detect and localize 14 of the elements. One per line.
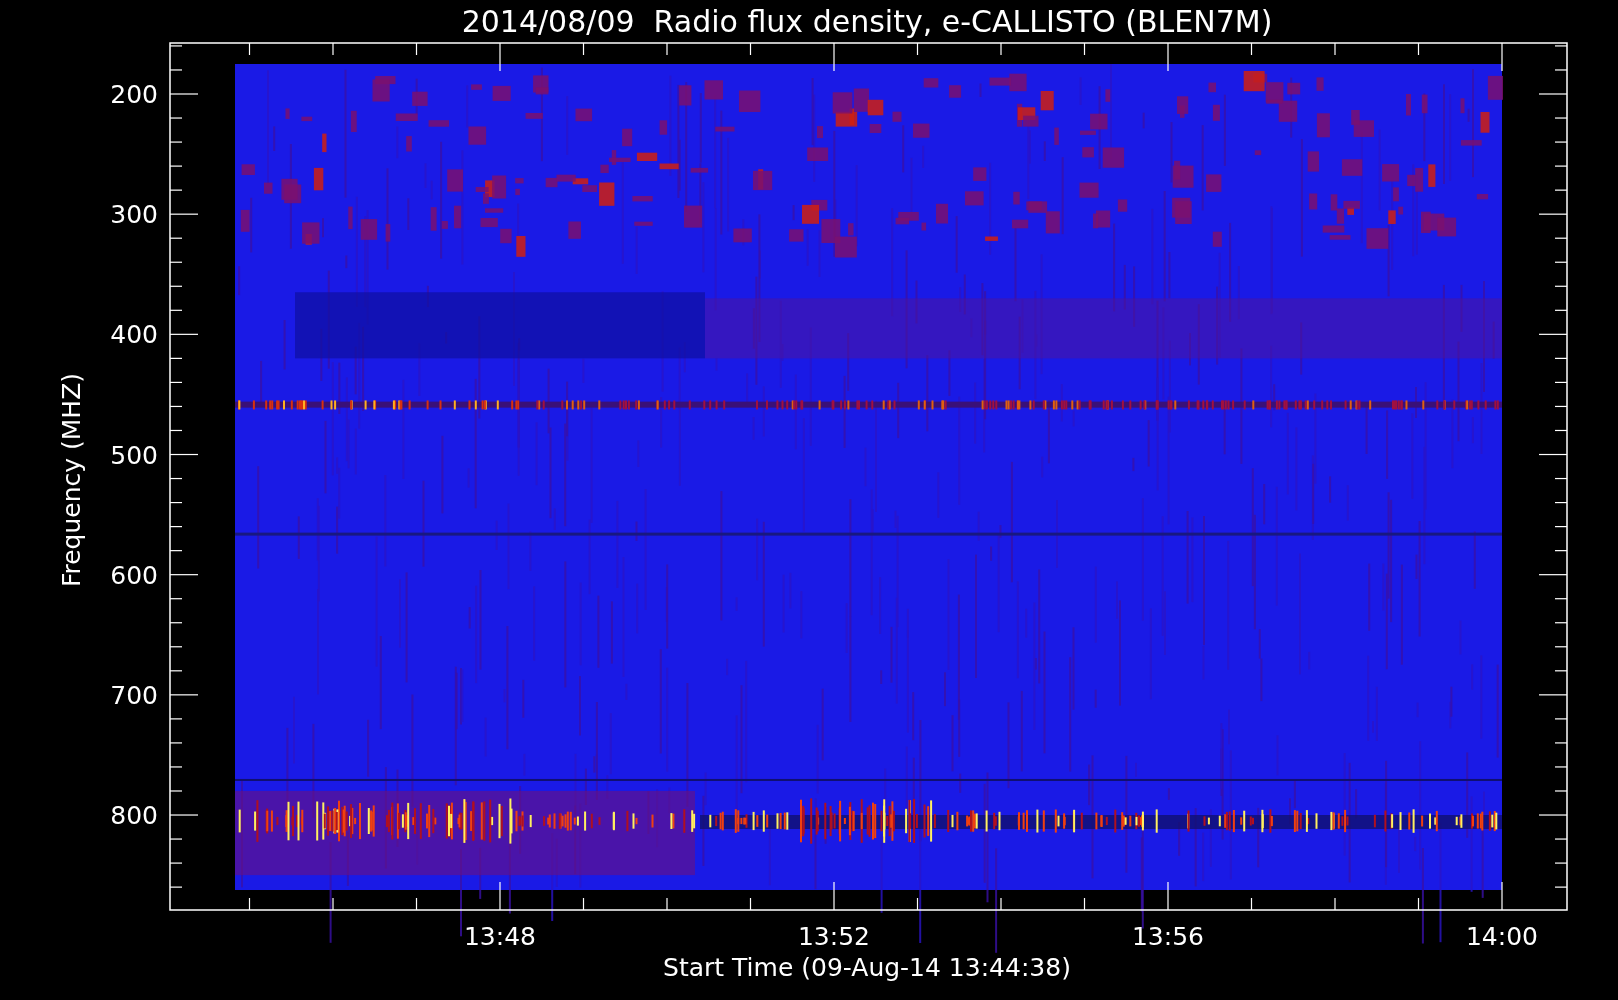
x-tick-label: 13:52 (798, 922, 870, 951)
y-tick-label: 300 (110, 200, 158, 230)
x-tick-label: 13:48 (464, 922, 536, 951)
chart-title: 2014/08/09 Radio flux density, e-CALLISTO (BLEN7M) (461, 4, 1273, 39)
y-tick-label: 200 (110, 80, 158, 109)
x-axis-label: Start Time (09-Aug-14 13:44:38) (663, 953, 1071, 982)
y-tick-label: 500 (110, 440, 158, 470)
x-tick-label: 14:00 (1466, 922, 1538, 951)
y-tick-label: 600 (110, 560, 158, 590)
y-tick-label: 700 (110, 680, 158, 710)
x-tick-label: 13:56 (1132, 922, 1204, 951)
y-tick-label: 400 (110, 320, 158, 350)
y-axis-label: Frequency (MHZ) (57, 372, 86, 588)
y-tick-label: 800 (110, 801, 158, 830)
